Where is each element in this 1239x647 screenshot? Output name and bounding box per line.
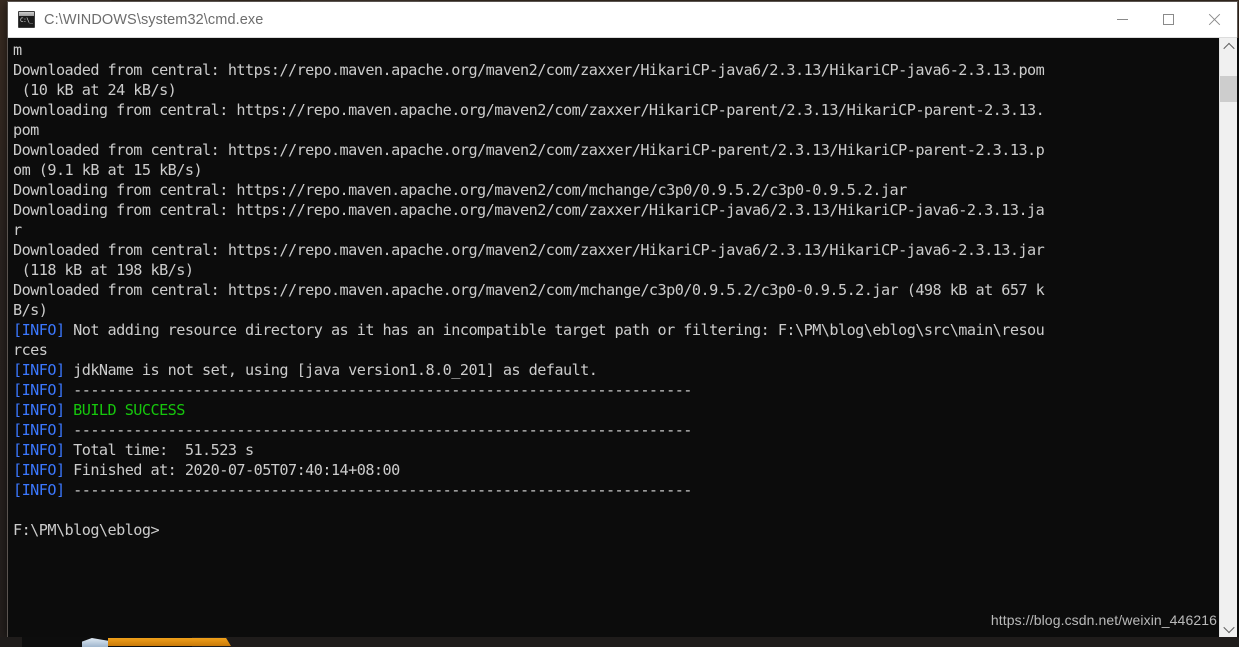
- console-line: Downloaded from central: https://repo.ma…: [13, 140, 1218, 160]
- console-line-segment: [INFO]: [13, 401, 65, 419]
- console-line-segment: om (9.1 kB at 15 kB/s): [13, 161, 203, 179]
- console-line-segment: r: [13, 221, 22, 239]
- console-line: F:\PM\blog\eblog>: [13, 520, 1218, 540]
- console-line-segment: Downloaded from central: https://repo.ma…: [13, 141, 1045, 159]
- console-line-segment: [65, 401, 74, 419]
- cmd-window: C:\WINDOWS\system32\cmd.exe m Downloaded …: [7, 1, 1239, 637]
- folder-icon: [108, 638, 231, 646]
- console-line: Downloaded from central: https://repo.ma…: [13, 240, 1218, 260]
- console-line: rces: [13, 340, 1218, 360]
- chevron-up-icon: [1222, 42, 1235, 54]
- console-line-segment: Downloaded from central: https://repo.ma…: [13, 61, 1045, 79]
- console-line-segment: [INFO]: [13, 441, 65, 459]
- console-line-segment: [INFO]: [13, 321, 65, 339]
- console-line: (118 kB at 198 kB/s): [13, 260, 1218, 280]
- console-line-segment: Downloading from central: https://repo.m…: [13, 181, 907, 199]
- console-line-segment: B/s): [13, 301, 48, 319]
- console-line: r: [13, 220, 1218, 240]
- window-title: C:\WINDOWS\system32\cmd.exe: [44, 11, 264, 28]
- maximize-icon: [1162, 14, 1174, 25]
- console-line-segment: Not adding resource directory as it has …: [64, 321, 1045, 339]
- taskbar: [0, 637, 1239, 647]
- console-line: [INFO] ---------------------------------…: [13, 380, 1218, 400]
- console-output-area[interactable]: m Downloaded from central: https://repo.m…: [8, 38, 1239, 637]
- console-line: om (9.1 kB at 15 kB/s): [13, 160, 1218, 180]
- cmd-console-icon: [18, 11, 35, 28]
- console-line-segment: rces: [13, 341, 48, 359]
- console-line-segment: jdkName is not set, using [java version1…: [64, 361, 598, 379]
- console-line-segment: ----------------------------------------…: [64, 481, 692, 499]
- minimize-icon: [1116, 19, 1128, 20]
- console-line-segment: [INFO]: [13, 481, 65, 499]
- console-line-segment: [INFO]: [13, 381, 65, 399]
- console-line: B/s): [13, 300, 1218, 320]
- console-line-segment: m: [13, 41, 22, 59]
- console-line: [INFO] jdkName is not set, using [java v…: [13, 360, 1218, 380]
- console-line: m: [13, 40, 1218, 60]
- console-line: Downloaded from central: https://repo.ma…: [13, 280, 1218, 300]
- console-line-segment: F:\PM\blog\eblog>: [13, 521, 160, 539]
- window-controls: [1099, 2, 1237, 38]
- console-line: Downloading from central: https://repo.m…: [13, 180, 1218, 200]
- console-line-segment: pom: [13, 121, 39, 139]
- console-line: [INFO] Finished at: 2020-07-05T07:40:14+…: [13, 460, 1218, 480]
- console-line: (10 kB at 24 kB/s): [13, 80, 1218, 100]
- window-title-bar[interactable]: C:\WINDOWS\system32\cmd.exe: [8, 2, 1237, 38]
- scrollbar-thumb[interactable]: [1220, 76, 1237, 102]
- console-line-segment: Downloading from central: https://repo.m…: [13, 101, 1045, 119]
- close-button[interactable]: [1191, 2, 1237, 38]
- console-line-segment: (10 kB at 24 kB/s): [13, 81, 177, 99]
- console-line-segment: Downloaded from central: https://repo.ma…: [13, 281, 1045, 299]
- console-line: pom: [13, 120, 1218, 140]
- console-line-segment: Finished at: 2020-07-05T07:40:14+08:00: [64, 461, 400, 479]
- taskbar-item[interactable]: [22, 637, 231, 647]
- console-line-segment: BUILD SUCCESS: [73, 401, 185, 419]
- console-scrollbar[interactable]: [1219, 38, 1237, 637]
- minimize-button[interactable]: [1099, 2, 1145, 38]
- chevron-down-icon: [1222, 621, 1235, 633]
- console-line: [INFO] Total time: 51.523 s: [13, 440, 1218, 460]
- console-line: Downloading from central: https://repo.m…: [13, 100, 1218, 120]
- console-line: Downloading from central: https://repo.m…: [13, 200, 1218, 220]
- console-line: [INFO] BUILD SUCCESS: [13, 400, 1218, 420]
- close-icon: [1208, 13, 1221, 26]
- console-line-segment: Total time: 51.523 s: [64, 441, 254, 459]
- console-line: [INFO] ---------------------------------…: [13, 420, 1218, 440]
- console-line-segment: Downloaded from central: https://repo.ma…: [13, 241, 1045, 259]
- console-text: m Downloaded from central: https://repo.m…: [13, 40, 1218, 540]
- console-line: Downloaded from central: https://repo.ma…: [13, 60, 1218, 80]
- console-line-segment: ----------------------------------------…: [64, 381, 692, 399]
- scroll-up-button[interactable]: [1220, 38, 1237, 55]
- explorer-icon: [82, 638, 108, 647]
- console-line-segment: [INFO]: [13, 421, 65, 439]
- console-line-segment: ----------------------------------------…: [64, 421, 692, 439]
- console-line-segment: (118 kB at 198 kB/s): [13, 261, 194, 279]
- console-line-segment: [INFO]: [13, 361, 65, 379]
- console-line-segment: Downloading from central: https://repo.m…: [13, 201, 1045, 219]
- watermark-text: https://blog.csdn.net/weixin_446216: [990, 612, 1217, 628]
- console-line-segment: [INFO]: [13, 461, 65, 479]
- maximize-button[interactable]: [1145, 2, 1191, 38]
- scroll-down-button[interactable]: [1220, 620, 1237, 637]
- console-line: [INFO] Not adding resource directory as …: [13, 320, 1218, 340]
- console-line: [INFO] ---------------------------------…: [13, 480, 1218, 500]
